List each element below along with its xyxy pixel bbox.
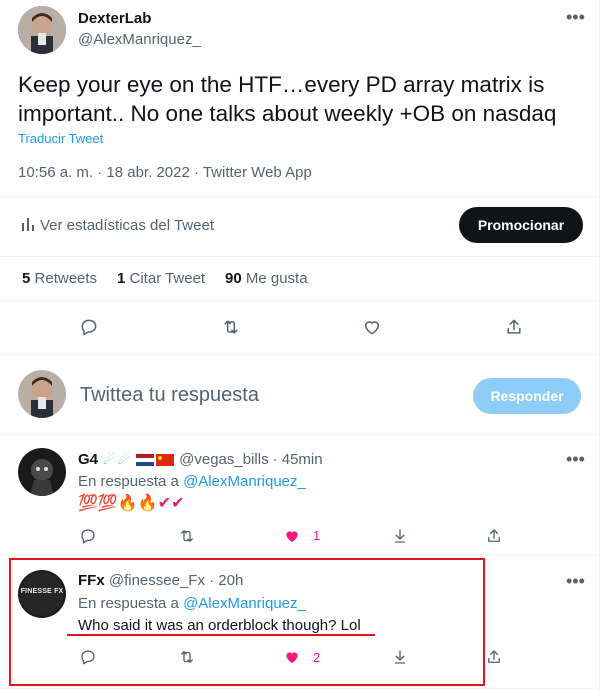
flag-china-icon xyxy=(156,453,175,466)
quotes-label: Citar Tweet xyxy=(129,270,206,287)
reply-time[interactable]: · 45min xyxy=(273,451,323,468)
retweets-label: Retweets xyxy=(34,270,98,287)
replying-to-link[interactable]: @AlexManriquez_ xyxy=(183,473,306,490)
column-border xyxy=(599,0,600,692)
more-options-icon[interactable]: ••• xyxy=(566,450,585,468)
divider xyxy=(0,354,600,355)
translate-link[interactable]: Traducir Tweet xyxy=(18,131,103,146)
tweet-timestamp[interactable]: 10:56 a. m. · 18 abr. 2022 · Twitter Web… xyxy=(18,164,312,181)
reply-button-label: Responder xyxy=(490,388,564,404)
comet-emoji-icon: ☄ xyxy=(103,451,116,467)
retweets-count: 5 xyxy=(22,270,31,287)
retweets-stat[interactable]: 5 Retweets xyxy=(22,270,97,287)
share-icon[interactable] xyxy=(484,647,504,667)
quotes-count: 1 xyxy=(117,270,126,287)
reply-input[interactable]: Twittea tu respuesta xyxy=(80,384,450,407)
retweet-icon[interactable] xyxy=(176,526,198,546)
more-options-icon[interactable]: ••• xyxy=(566,572,585,590)
reply-text: 💯💯🔥🔥✔✔ xyxy=(78,495,185,512)
reply-icon[interactable] xyxy=(78,526,98,546)
reply-button[interactable]: Responder xyxy=(473,378,581,414)
download-icon[interactable] xyxy=(390,526,410,546)
divider xyxy=(0,256,600,257)
promote-label: Promocionar xyxy=(477,217,565,233)
composer-avatar[interactable] xyxy=(18,370,66,418)
more-options-icon[interactable]: ••• xyxy=(566,8,585,26)
share-icon[interactable] xyxy=(503,316,525,338)
divider xyxy=(0,688,600,689)
reply-icon[interactable] xyxy=(78,316,100,338)
annotation-highlight-box xyxy=(9,558,485,686)
author-avatar[interactable] xyxy=(18,6,66,54)
comet-emoji-icon: ☄ xyxy=(117,451,131,467)
replying-prefix: En respuesta a xyxy=(78,473,179,490)
divider xyxy=(0,434,600,435)
like-icon[interactable] xyxy=(282,526,302,546)
analytics-icon[interactable] xyxy=(21,217,35,231)
author-handle[interactable]: @AlexManriquez_ xyxy=(78,31,201,48)
divider xyxy=(0,196,600,197)
likes-stat[interactable]: 90 Me gusta xyxy=(225,270,308,287)
like-count: 1 xyxy=(313,528,321,543)
retweet-icon[interactable] xyxy=(219,316,243,338)
likes-count: 90 xyxy=(225,270,242,287)
reply-author-handle[interactable]: @vegas_bills xyxy=(179,451,268,468)
author-name[interactable]: DexterLab xyxy=(78,10,151,27)
share-icon[interactable] xyxy=(484,526,504,546)
analytics-link[interactable]: Ver estadísticas del Tweet xyxy=(40,217,214,234)
divider xyxy=(0,555,600,556)
flag-netherlands-icon xyxy=(136,453,155,466)
divider xyxy=(0,300,600,301)
tweet-text: Keep your eye on the HTF…every PD array … xyxy=(18,72,557,126)
reply-header: G4 ☄ ☄ @vegas_bills · 45min xyxy=(78,451,323,468)
promote-button[interactable]: Promocionar xyxy=(459,207,583,243)
reply-avatar[interactable] xyxy=(18,448,66,496)
reply-author-name[interactable]: G4 xyxy=(78,451,98,468)
replying-to: En respuesta a @AlexManriquez_ xyxy=(78,473,306,490)
like-icon[interactable] xyxy=(361,316,383,338)
likes-label: Me gusta xyxy=(245,270,308,287)
quotes-stat[interactable]: 1 Citar Tweet xyxy=(117,270,205,287)
